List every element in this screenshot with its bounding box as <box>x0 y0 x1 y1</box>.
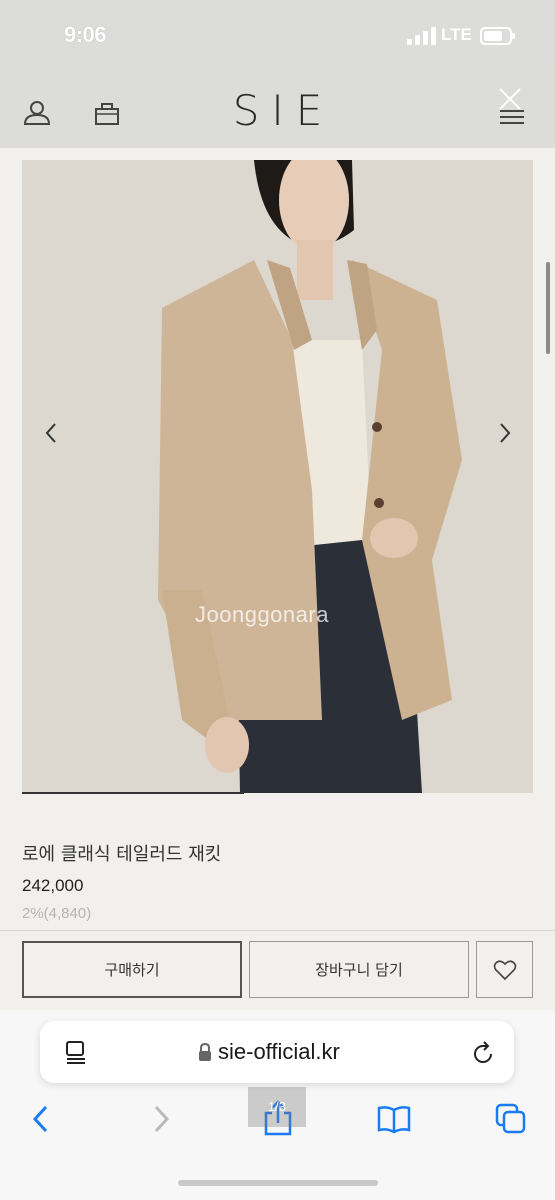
product-name: 로에 클래식 테일러드 재킷 <box>22 844 222 865</box>
product-point: 2%(4,840) <box>22 905 92 922</box>
chevron-right-icon[interactable] <box>492 418 518 448</box>
divider <box>0 930 555 931</box>
gallery-progress-bar <box>22 792 244 794</box>
chevron-left-icon[interactable] <box>30 1103 52 1135</box>
model-illustration <box>22 160 533 793</box>
network-type: LTE <box>441 25 472 44</box>
book-icon[interactable] <box>376 1104 412 1134</box>
cart-button-label: 장바구니 담기 <box>315 961 403 979</box>
chevron-left-icon[interactable] <box>38 418 64 448</box>
buy-button[interactable]: 구매하기 <box>22 941 242 998</box>
home-indicator <box>178 1180 378 1186</box>
buy-button-label: 구매하기 <box>104 961 160 979</box>
watermark: Joonggonara <box>195 602 329 627</box>
battery-icon <box>480 27 515 45</box>
product-price: 242,000 <box>22 876 84 895</box>
hamburger-menu-icon[interactable] <box>498 102 528 132</box>
chevron-right-icon[interactable] <box>150 1103 172 1135</box>
site-header: SIE <box>0 68 555 148</box>
page-counter: 1/3 <box>248 1087 306 1127</box>
status-bar: 9:06 LTE <box>0 0 555 68</box>
product-image[interactable] <box>22 160 533 793</box>
url-text[interactable]: sie-official.kr <box>218 1039 340 1065</box>
scrollbar[interactable] <box>546 262 550 354</box>
tabs-icon[interactable] <box>494 1102 528 1136</box>
reload-icon[interactable] <box>470 1039 496 1067</box>
reader-icon[interactable] <box>64 1040 88 1066</box>
wishlist-button[interactable] <box>476 941 533 998</box>
status-time: 9:06 <box>64 22 107 47</box>
site-logo[interactable]: SIE <box>0 86 555 135</box>
heart-icon <box>493 959 516 980</box>
add-to-cart-button[interactable]: 장바구니 담기 <box>249 941 469 998</box>
lock-icon <box>199 1042 211 1061</box>
signal-icon <box>407 27 436 45</box>
